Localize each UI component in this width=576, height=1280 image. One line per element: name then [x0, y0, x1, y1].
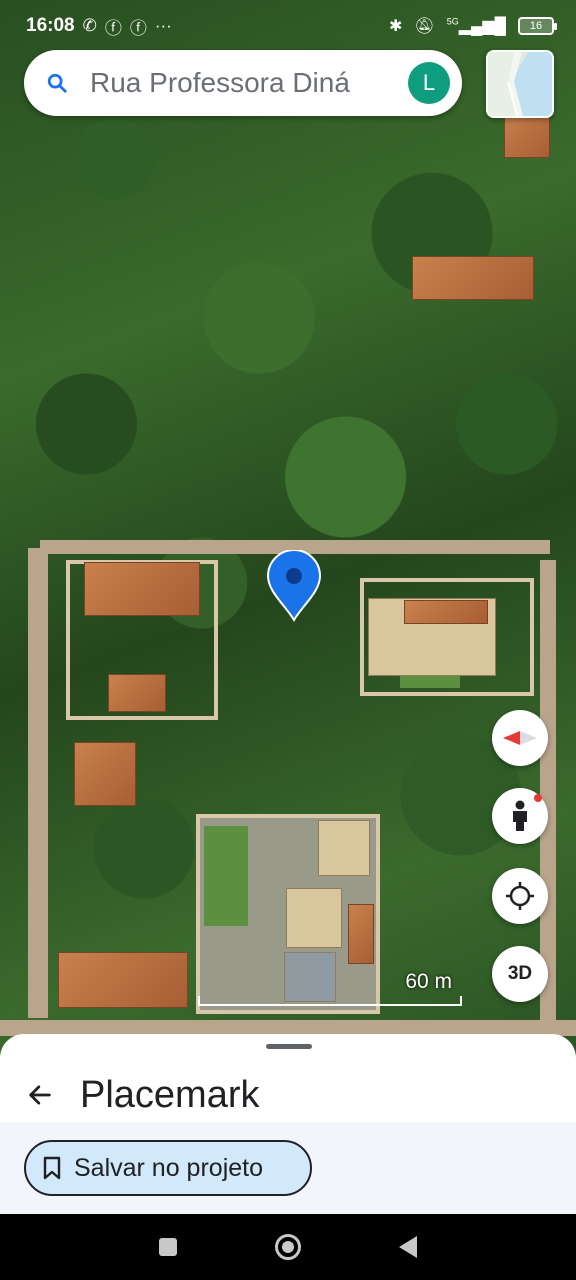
mute-icon: 🔕︎ [414, 18, 435, 35]
map-layers-button[interactable] [486, 50, 554, 118]
status-time: 16:08 [26, 15, 75, 36]
satellite-map[interactable]: 60 m [0, 0, 576, 1060]
bluetooth-icon: ✱ [388, 18, 403, 35]
back-arrow-icon[interactable] [0, 1081, 80, 1109]
placemark-sheet: Placemark Salvar no projeto [0, 1034, 576, 1214]
building-roof [412, 256, 534, 300]
sheet-actions: Salvar no projeto [0, 1122, 576, 1214]
sheet-header: Placemark [0, 1064, 576, 1126]
map-scale: 60 m [198, 970, 462, 1010]
system-nav-bar [0, 1214, 576, 1280]
map-road [540, 560, 556, 1020]
notification-dot [534, 794, 542, 802]
signal-5g-icon: 5G▂▄▆█ [446, 16, 506, 35]
placemark-pin-icon[interactable] [266, 550, 322, 622]
building-roof [404, 600, 488, 624]
save-to-project-button[interactable]: Salvar no projeto [24, 1140, 312, 1196]
search-bar[interactable]: Rua Professora Diná L [24, 50, 462, 116]
map-thumbnail-icon [488, 52, 523, 116]
more-dots-icon: ··· [154, 16, 172, 35]
building-roof [348, 904, 374, 964]
yard [204, 826, 248, 926]
status-bar: 16:08 ✆ ⓕ ⓕ ··· ✱ 🔕︎ 5G▂▄▆█ 16 [0, 0, 576, 52]
street-view-button[interactable] [492, 788, 548, 844]
account-avatar[interactable]: L [408, 62, 450, 104]
scale-label: 60 m [405, 970, 452, 993]
battery-icon: 16 [518, 17, 557, 35]
building-roof [108, 674, 166, 712]
sheet-title: Placemark [80, 1073, 260, 1116]
map-road [28, 548, 48, 1018]
sheet-drag-handle[interactable] [266, 1044, 312, 1049]
bookmark-icon [43, 1156, 61, 1180]
compass-button[interactable] [492, 710, 548, 766]
facebook-icon: ⓕ [129, 18, 147, 38]
building-roof [84, 562, 200, 616]
building-roof [74, 742, 136, 806]
compass-icon [503, 731, 537, 745]
whatsapp-icon: ✆ [82, 16, 97, 35]
three-d-toggle[interactable]: 3D [492, 946, 548, 1002]
facebook-icon: ⓕ [104, 18, 122, 38]
home-icon[interactable] [275, 1234, 301, 1260]
pegman-icon [513, 800, 527, 831]
building-roof [504, 112, 550, 158]
building-roof [318, 820, 370, 876]
search-input[interactable]: Rua Professora Diná [90, 67, 408, 99]
search-icon[interactable] [24, 72, 90, 94]
building-roof [286, 888, 342, 948]
my-location-button[interactable] [492, 868, 548, 924]
save-button-label: Salvar no projeto [74, 1153, 264, 1182]
scale-bar [198, 996, 462, 1006]
crosshair-icon [506, 882, 534, 910]
building-roof [58, 952, 188, 1008]
recent-apps-icon[interactable] [159, 1238, 177, 1256]
back-triangle-icon[interactable] [399, 1236, 417, 1258]
yard [400, 676, 460, 688]
